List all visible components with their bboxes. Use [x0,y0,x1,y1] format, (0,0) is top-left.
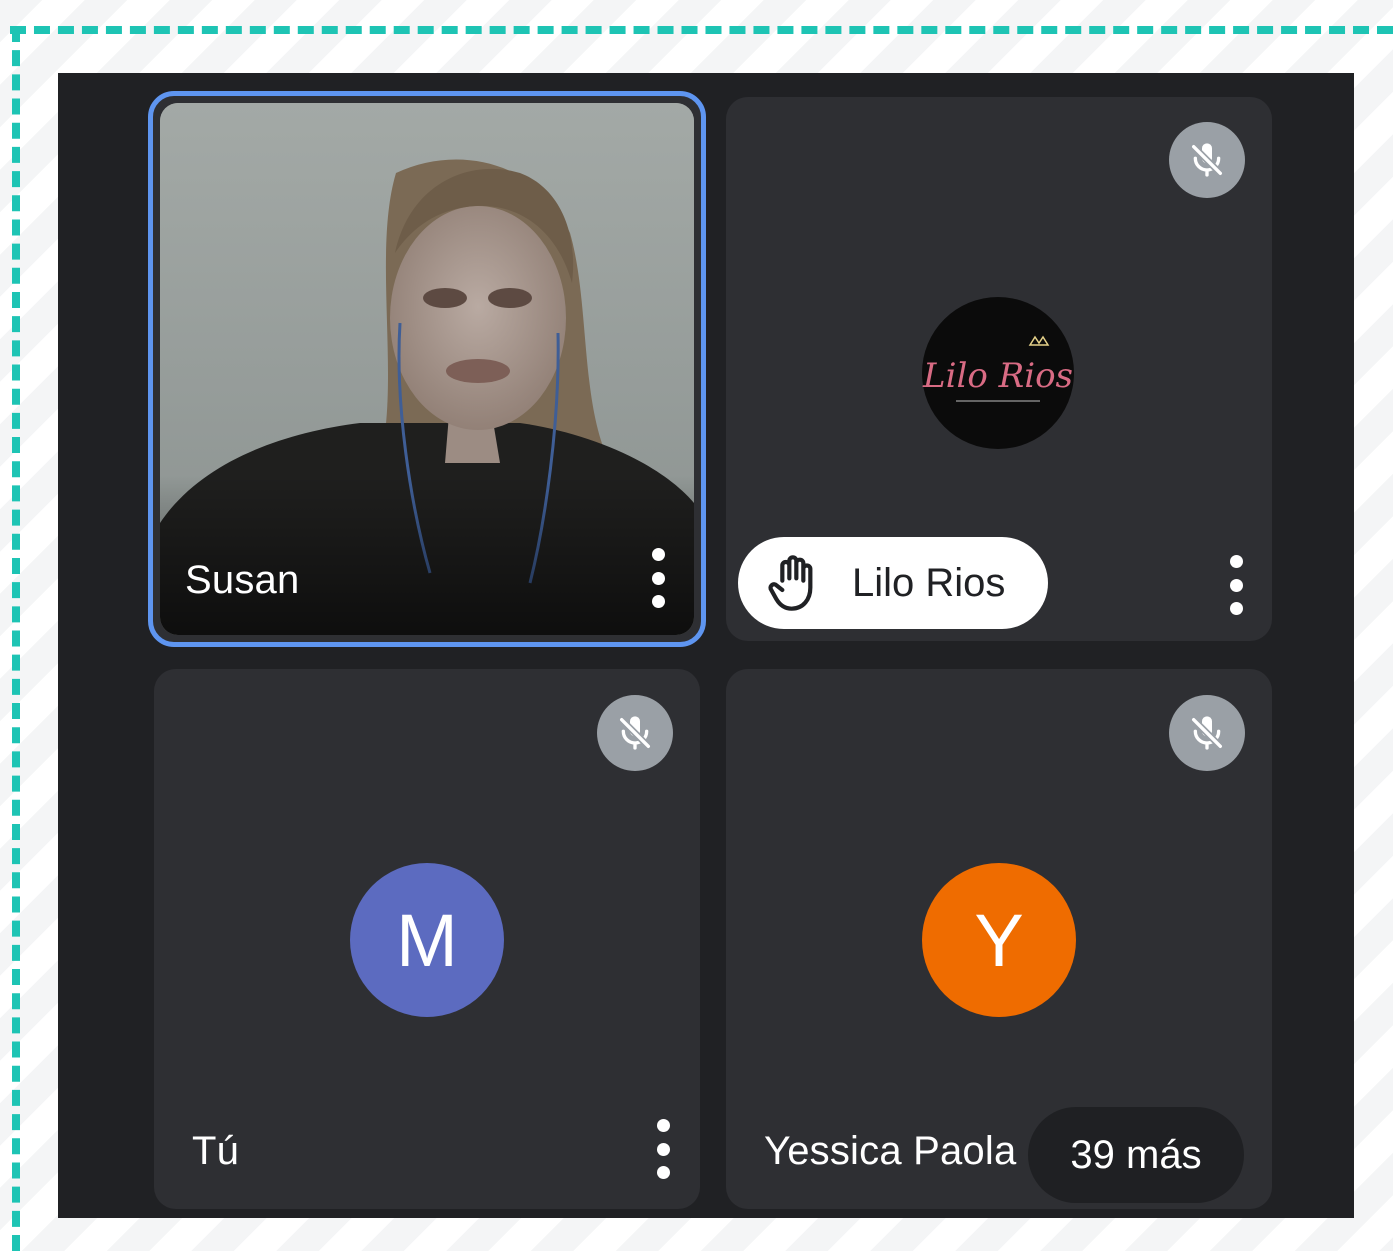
participant-avatar-logo: Lilo Rios [922,297,1074,449]
participant-avatar: M [350,863,504,1017]
video-frame-illustration [160,103,694,635]
more-vert-icon-dot [651,571,665,585]
decorative-dashed-border-top [10,26,1393,34]
participant-name: Lilo Rios [852,560,1006,605]
decorative-dashed-border-left [12,26,20,1251]
more-options-button[interactable] [1224,555,1248,615]
more-vert-icon [1229,555,1243,568]
more-vert-icon-dot [656,1166,670,1179]
page: Susan Lilo Rios Lilo Rios M Tú Y Yessica… [0,0,1393,1251]
mic-off-icon [1169,695,1245,771]
participant-tile-yessica-paola[interactable]: Y Yessica Paola 39 más [726,669,1272,1209]
more-options-button[interactable] [651,1119,675,1179]
mic-off-icon [1169,122,1245,198]
more-vert-icon-dot [1229,578,1243,592]
participant-name: Susan [185,558,300,602]
participant-tile-susan[interactable]: Susan [148,91,706,647]
more-vert-icon-dot [1229,602,1243,615]
participant-tile-self[interactable]: M Tú [154,669,700,1209]
more-participants-button[interactable]: 39 más [1028,1107,1244,1203]
logo-wordmark: Lilo Rios [922,356,1073,396]
more-vert-icon [656,1119,670,1132]
raised-hand-indicator: Lilo Rios [738,537,1048,629]
raised-hand-icon [768,555,813,611]
participant-avatar: Y [922,863,1076,1017]
participant-name: Yessica Paola [764,1129,1017,1173]
participant-video [160,103,694,635]
mic-off-icon [597,695,673,771]
meeting-stage: Susan Lilo Rios Lilo Rios M Tú Y Yessica… [58,73,1354,1218]
more-options-button[interactable] [646,548,670,608]
participant-tile-lilo-rios[interactable]: Lilo Rios Lilo Rios [726,97,1272,641]
participant-name: Tú [192,1129,240,1173]
more-vert-icon [651,548,665,561]
more-vert-icon-dot [656,1142,670,1156]
more-vert-icon-dot [651,595,665,608]
